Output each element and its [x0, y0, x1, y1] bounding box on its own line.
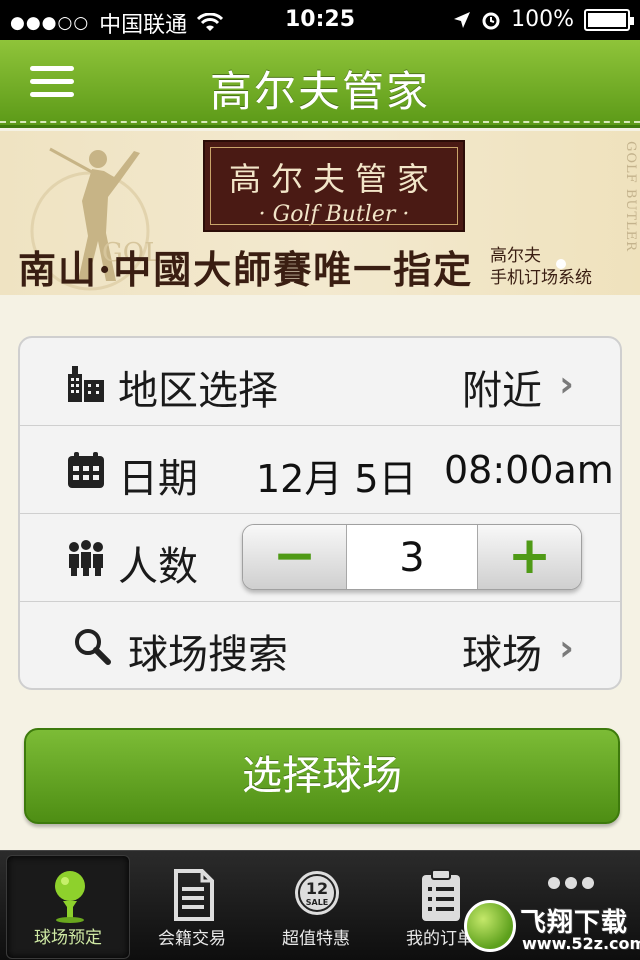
course-search-value: 球场	[462, 632, 542, 678]
alarm-clock-icon	[482, 12, 500, 29]
time-value: 08:00am	[444, 448, 614, 492]
watermark: 飞翔下载 www.52z.com	[462, 896, 640, 960]
golf-butler-logo: 高尔夫管家 · Golf Butler ·	[203, 140, 465, 232]
nav-bar: 高尔夫管家	[0, 40, 640, 128]
watermark-logo-icon	[464, 900, 516, 952]
location-arrow-icon	[454, 11, 471, 28]
date-value: 12月 5日	[256, 457, 417, 501]
tab-course-booking[interactable]: 球场预定	[6, 855, 130, 959]
date-select-row[interactable]: 日期 12月 5日 08:00am	[20, 426, 620, 514]
region-label: 地区选择	[118, 368, 278, 414]
clipboard-list-icon	[422, 869, 460, 921]
increment-button[interactable]: +	[477, 525, 581, 589]
region-value: 附近	[462, 368, 542, 414]
document-icon	[174, 869, 214, 921]
people-icon	[69, 540, 103, 576]
building-icon	[68, 366, 104, 402]
people-count-row: 人数 − 3 +	[20, 514, 620, 602]
tab-special-deals[interactable]: 12 SALE 超值特惠	[254, 855, 378, 959]
course-search-label: 球场搜索	[128, 632, 288, 678]
booking-form-card: 地区选择 附近 › 日期 12月 5日 08:00am 人数 − 3 + 球场搜…	[18, 336, 622, 690]
logo-chinese-text: 高尔夫管家	[228, 160, 439, 198]
tab-label: 超值特惠	[282, 929, 350, 949]
decrement-button[interactable]: −	[243, 525, 347, 589]
region-select-row[interactable]: 地区选择 附近 ›	[20, 338, 620, 426]
people-label: 人数	[118, 544, 198, 590]
banner-sub-line2: 手机订场系统	[490, 268, 592, 288]
battery-percent: 100%	[511, 7, 574, 32]
sale-badge-number: 12	[306, 879, 328, 898]
calendar-icon	[68, 452, 104, 488]
watermark-url: www.52z.com	[522, 934, 640, 953]
tab-membership-trade[interactable]: 会籍交易	[130, 855, 254, 959]
course-search-row[interactable]: 球场搜索 球场 ›	[20, 602, 620, 688]
status-right: 100%	[453, 7, 634, 32]
battery-icon	[584, 8, 634, 31]
chevron-right-icon: ›	[559, 628, 574, 669]
golf-ball-tee-icon	[55, 871, 85, 923]
status-bar: ●●●○○ 中国联通 10:25 100%	[0, 0, 640, 40]
page-title: 高尔夫管家	[209, 67, 430, 116]
tab-label: 球场预定	[34, 928, 102, 948]
tab-label: 会籍交易	[158, 929, 226, 949]
banner-slogan: 南山·中國大師賽唯一指定	[18, 247, 474, 292]
banner-page-indicator	[556, 259, 566, 269]
banner-side-text: GOLF BUTLER	[623, 141, 638, 252]
people-stepper: − 3 +	[242, 524, 582, 590]
chevron-right-icon: ›	[559, 364, 574, 405]
promo-banner[interactable]: GOLF 高尔夫管家 · Golf Butler · 南山·中國大師賽唯一指定 …	[0, 131, 640, 295]
sale-badge-text: SALE	[306, 898, 329, 907]
date-label: 日期	[118, 456, 198, 502]
people-count-value[interactable]: 3	[347, 525, 477, 589]
sale-badge-icon: 12 SALE	[295, 871, 339, 915]
logo-english-text: · Golf Butler ·	[258, 202, 410, 227]
search-icon	[75, 629, 111, 665]
select-course-button[interactable]: 选择球场	[24, 728, 620, 824]
